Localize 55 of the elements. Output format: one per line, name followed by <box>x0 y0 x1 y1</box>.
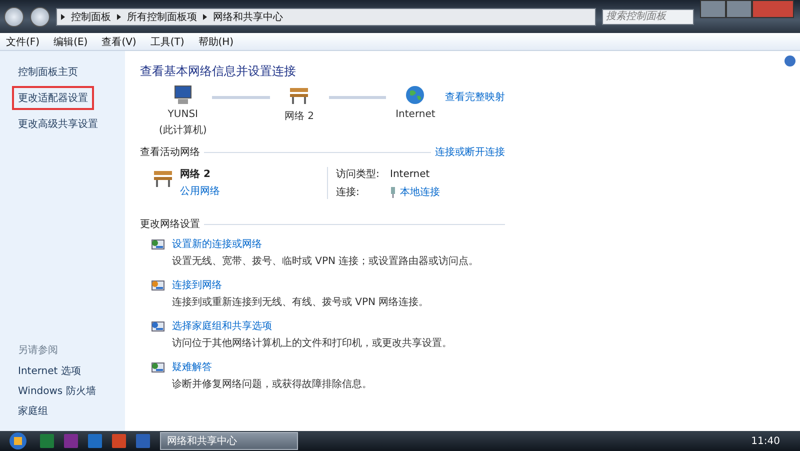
map-sublabel: (此计算机) <box>158 124 207 137</box>
ethernet-icon <box>390 186 396 198</box>
address-bar[interactable]: 控制面板 所有控制面板项 网络和共享中心 <box>56 8 596 26</box>
minimize-button[interactable] <box>700 0 726 18</box>
breadcrumb[interactable]: 所有控制面板项 <box>127 10 197 24</box>
maximize-button[interactable] <box>726 0 752 18</box>
globe-icon <box>404 84 426 106</box>
close-button[interactable] <box>752 0 794 18</box>
network-name: 网络 2 <box>180 168 212 181</box>
menu-item[interactable]: 文件(F) <box>6 34 40 48</box>
sidebar-link[interactable]: 更改适配器设置 <box>12 86 94 110</box>
task-link[interactable]: 疑难解答 <box>172 360 372 374</box>
chevron-icon <box>61 14 65 20</box>
connection-line <box>212 96 270 99</box>
map-label: YUNSI <box>168 109 198 120</box>
connect-disconnect-link[interactable]: 连接或断开连接 <box>435 145 505 159</box>
see-also-link[interactable]: 家庭组 <box>18 404 125 418</box>
section-heading: 查看活动网络 <box>140 146 200 159</box>
task-link[interactable]: 连接到网络 <box>172 278 429 292</box>
field-label: 连接: <box>336 186 360 199</box>
connection-line <box>328 96 386 99</box>
task-description: 诊断并修复网络问题，或获得故障排除信息。 <box>172 378 372 391</box>
computer-icon <box>172 84 194 106</box>
section-heading: 更改网络设置 <box>140 218 200 231</box>
breadcrumb[interactable]: 网络和共享中心 <box>213 10 283 24</box>
breadcrumb[interactable]: 控制面板 <box>71 10 111 24</box>
taskbar-window-button[interactable]: 网络和共享中心 <box>160 432 298 450</box>
see-also-link[interactable]: Internet 选项 <box>18 364 125 378</box>
forward-button[interactable] <box>30 6 50 26</box>
field-label: 访问类型: <box>336 168 380 181</box>
see-also-heading: 另请参阅 <box>18 344 59 357</box>
clock: 11:40 <box>751 436 780 446</box>
task-description: 连接到或重新连接到无线、有线、拨号或 VPN 网络连接。 <box>172 296 429 309</box>
search-field[interactable]: 搜索控制面板 <box>602 8 694 24</box>
back-button[interactable] <box>4 6 24 26</box>
full-map-link[interactable]: 查看完整映射 <box>445 92 505 103</box>
see-also-link[interactable]: Windows 防火墙 <box>18 384 125 398</box>
task-link[interactable]: 设置新的连接或网络 <box>172 237 479 251</box>
sidebar-link[interactable]: 控制面板主页 <box>12 60 84 84</box>
sidebar-link[interactable]: 更改高级共享设置 <box>12 112 104 136</box>
connection-link[interactable]: 本地连接 <box>400 185 440 199</box>
task-link[interactable]: 选择家庭组和共享选项 <box>172 319 452 333</box>
chevron-icon <box>203 14 207 20</box>
menu-item[interactable]: 查看(V) <box>102 34 136 48</box>
page-title: 查看基本网络信息并设置连接 <box>140 63 297 80</box>
menu-item[interactable]: 编辑(E) <box>54 34 88 48</box>
network-type-link[interactable]: 公用网络 <box>180 184 220 198</box>
menu-item[interactable]: 工具(T) <box>150 34 184 48</box>
task-description: 访问位于其他网络计算机上的文件和打印机，或更改共享设置。 <box>172 336 452 350</box>
field-value: Internet <box>390 168 431 180</box>
task-description: 设置无线、宽带、拨号、临时或 VPN 连接；或设置路由器或访问点。 <box>172 254 479 268</box>
map-label: Internet <box>396 109 436 120</box>
chevron-icon <box>117 14 121 20</box>
menu-item[interactable]: 帮助(H) <box>198 34 234 48</box>
map-label: 网络 2 <box>284 110 314 123</box>
